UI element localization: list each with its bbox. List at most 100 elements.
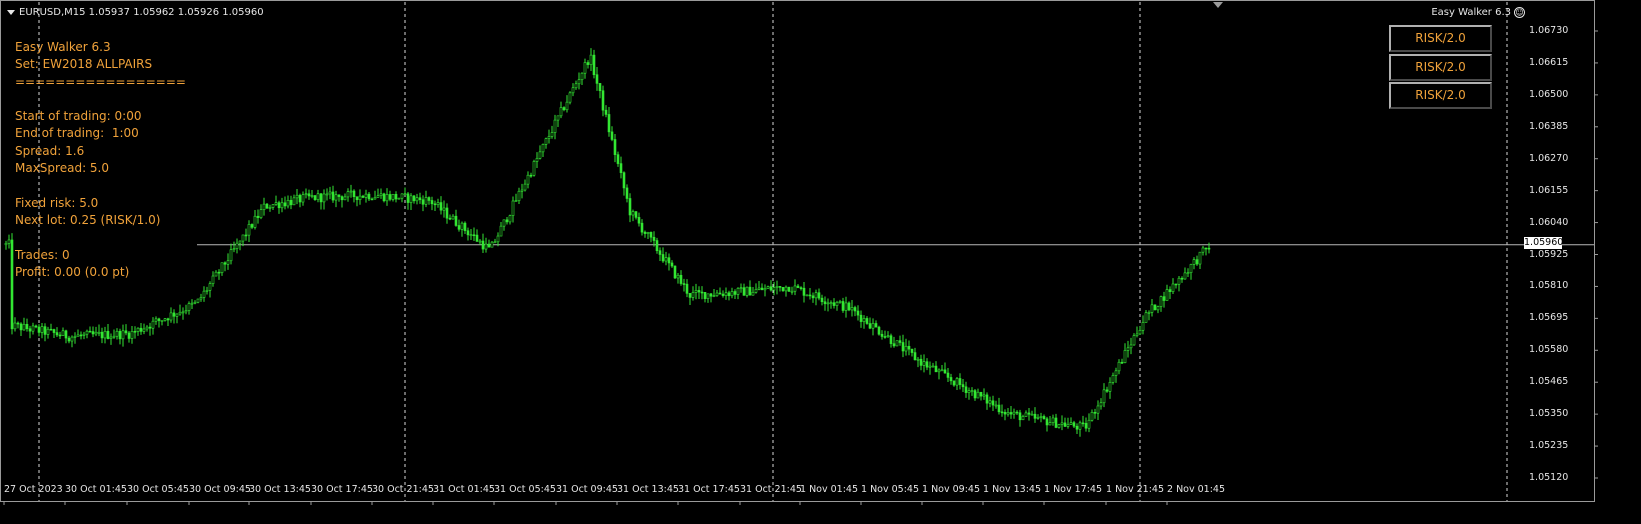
candle-body (1024, 412, 1028, 417)
candle-body (181, 311, 185, 314)
candle-body (943, 369, 947, 374)
candle-body (883, 336, 887, 338)
candle-body (589, 54, 593, 65)
candle-body (892, 343, 896, 347)
candle-body (634, 211, 638, 218)
candle-body (781, 287, 785, 292)
candle-body (322, 193, 326, 203)
dropdown-triangle-icon[interactable] (7, 9, 15, 15)
candle-body (343, 196, 347, 201)
candle-body (394, 193, 398, 200)
candle-body (709, 293, 713, 297)
candle-body (283, 202, 287, 207)
candle-body (289, 200, 293, 206)
candle-body (184, 310, 188, 313)
candle-body (535, 158, 539, 162)
risk-button-1[interactable]: RISK/2.0 (1389, 25, 1492, 52)
candle-body (1096, 405, 1100, 414)
candle-body (772, 287, 776, 291)
candle-body (775, 286, 779, 288)
smiley-icon[interactable]: ☺ (1514, 7, 1525, 18)
candle-body (679, 274, 683, 284)
expert-advisor-title: Easy Walker 6.3 (1431, 7, 1511, 18)
candle-body (169, 312, 173, 321)
candle-body (1207, 247, 1211, 250)
price-axis-label: 1.05120 (1529, 472, 1569, 483)
candle-body (31, 325, 35, 332)
time-axis-label: 31 Oct 05:45 (494, 484, 556, 495)
risk-button-2[interactable]: RISK/2.0 (1389, 54, 1492, 81)
candle-body (916, 358, 920, 361)
candle-body (391, 193, 395, 200)
info-line: Easy Walker 6.3 (15, 40, 111, 54)
candle-body (541, 144, 545, 153)
candle-body (313, 195, 317, 200)
info-line: ================= (15, 74, 186, 89)
candle-body (193, 301, 197, 304)
info-line: Profit: 0.00 (0.0 pt) (15, 264, 130, 279)
candle-body (727, 292, 731, 297)
candle-body (979, 391, 983, 397)
candle-body (706, 293, 710, 299)
chart-window[interactable]: EURUSD,M15 1.05937 1.05962 1.05926 1.059… (0, 0, 1641, 524)
candle-body (919, 358, 923, 366)
candle-body (430, 200, 434, 205)
candle-body (490, 241, 494, 248)
time-axis-label: 30 Oct 13:45 (249, 484, 311, 495)
candle-body (469, 234, 473, 237)
candle-body (763, 288, 767, 291)
time-axis-label: 30 Oct 01:45 (65, 484, 127, 495)
candle-body (970, 390, 974, 392)
candle-body (55, 332, 59, 336)
risk-button-3[interactable]: RISK/2.0 (1389, 82, 1492, 109)
candle-body (1144, 312, 1148, 323)
candle-body (922, 361, 926, 366)
candle-body (568, 92, 572, 103)
candle-body (58, 334, 62, 337)
candle-body (823, 301, 827, 305)
candle-body (619, 163, 623, 173)
candle-body (130, 330, 134, 339)
candle-body (484, 243, 488, 250)
info-line: ​ (15, 91, 186, 108)
candle-body (454, 215, 458, 226)
candle-body (973, 390, 977, 399)
candle-body (805, 294, 809, 297)
candle-body (1084, 423, 1088, 429)
candle-body (1168, 289, 1172, 292)
candle-body (787, 286, 791, 292)
time-axis-label: 1 Nov 01:45 (800, 484, 859, 495)
candle-body (829, 302, 833, 304)
candle-body (274, 202, 278, 205)
candle-body (148, 326, 152, 329)
candle-body (16, 322, 20, 325)
candle-body (1021, 416, 1025, 421)
candle-body (937, 369, 941, 373)
candle-body (1183, 272, 1187, 280)
candle-body (1003, 411, 1007, 415)
candle-body (67, 337, 71, 342)
candle-body (1000, 411, 1004, 414)
candle-body (508, 215, 512, 223)
info-line: Trades: 0 (15, 247, 70, 262)
price-axis-label: 1.05580 (1529, 344, 1569, 356)
candle-body (628, 198, 632, 216)
candle-body (280, 202, 284, 209)
candle-body (1081, 422, 1085, 425)
candle-body (1198, 251, 1202, 265)
price-axis-label: 1.05350 (1529, 408, 1569, 420)
candle-body (766, 286, 770, 289)
candle-body (451, 215, 455, 220)
candle-body (88, 330, 92, 333)
candle-body (1042, 416, 1046, 420)
candle-body (808, 294, 812, 297)
candle-body (832, 302, 836, 306)
candle-body (259, 209, 263, 218)
candle-body (643, 231, 647, 234)
candle-body (751, 291, 755, 296)
candle-body (703, 292, 707, 299)
info-line: Spread: 1.6 (15, 143, 85, 158)
candle-body (913, 352, 917, 361)
candle-body (52, 329, 56, 333)
candle-body (436, 202, 440, 205)
